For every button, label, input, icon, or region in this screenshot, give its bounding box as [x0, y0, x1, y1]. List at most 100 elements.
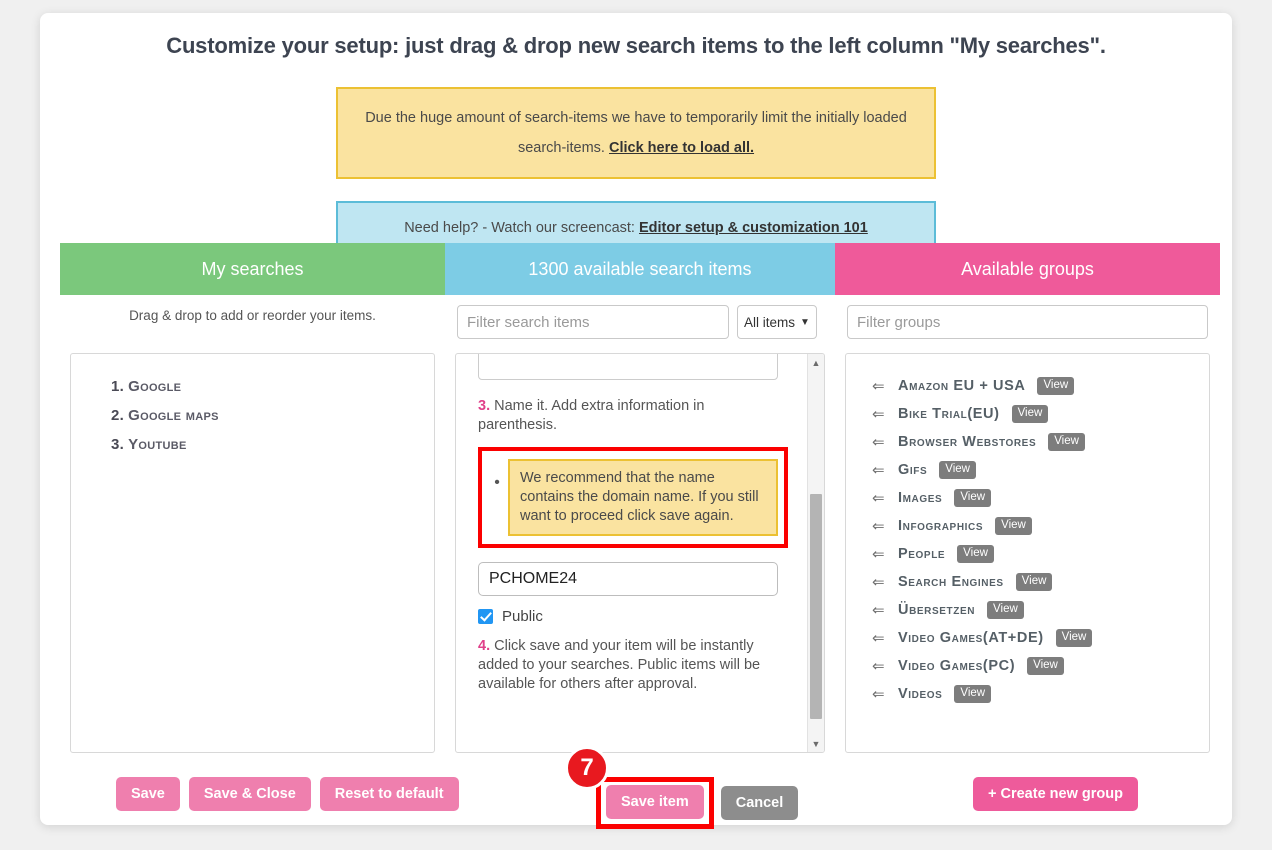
cancel-button[interactable]: Cancel — [720, 786, 799, 820]
list-item[interactable]: 2. Google maps — [71, 401, 434, 430]
arrow-left-icon[interactable]: ⇐ — [872, 461, 886, 479]
list-item[interactable]: ⇐ Images View — [846, 484, 1209, 512]
view-button[interactable]: View — [1037, 377, 1075, 395]
arrow-left-icon[interactable]: ⇐ — [872, 573, 886, 591]
item-name-input[interactable] — [478, 562, 778, 596]
arrow-left-icon[interactable]: ⇐ — [872, 377, 886, 395]
group-name[interactable]: Infographics — [898, 518, 983, 534]
middle-actions: 7 Save item Cancel — [565, 746, 799, 829]
view-button[interactable]: View — [939, 461, 976, 479]
step-badge: 7 — [565, 746, 609, 790]
step-4-number: 4. — [478, 638, 491, 654]
all-items-select[interactable]: All items ▼ — [737, 305, 817, 339]
arrow-left-icon[interactable]: ⇐ — [872, 517, 886, 535]
list-item[interactable]: 3. Youtube — [71, 430, 434, 459]
scroll-up-arrow-icon[interactable]: ▲ — [808, 354, 824, 371]
arrow-left-icon[interactable]: ⇐ — [872, 433, 886, 451]
arrow-left-icon[interactable]: ⇐ — [872, 489, 886, 507]
left-actions: Save Save & Close Reset to default — [116, 777, 459, 811]
available-items-scroll-content: 3. Name it. Add extra information in par… — [456, 354, 824, 752]
group-name[interactable]: Search Engines — [898, 574, 1004, 590]
list-item[interactable]: ⇐ Infographics View — [846, 512, 1209, 540]
screencast-link[interactable]: Editor setup & customization 101 — [639, 220, 868, 236]
available-items-scrollbar[interactable]: ▲ ▼ — [807, 354, 824, 752]
list-item[interactable]: ⇐ Search Engines View — [846, 568, 1209, 596]
list-item[interactable]: ⇐ Bike Trial(EU) View — [846, 400, 1209, 428]
view-button[interactable]: View — [987, 601, 1024, 619]
list-item[interactable]: ⇐ Amazon EU + USA View — [846, 372, 1209, 400]
view-button[interactable]: View — [1015, 573, 1053, 591]
my-searches-subheader: Drag & drop to add or reorder your items… — [60, 295, 445, 353]
view-button[interactable]: View — [995, 517, 1032, 535]
arrow-left-icon[interactable]: ⇐ — [872, 657, 886, 675]
bullet-icon: • — [494, 474, 500, 491]
create-new-group-button[interactable]: + Create new group — [973, 777, 1138, 811]
available-groups-subheader — [835, 295, 1220, 353]
columns-area: My searches 1300 available search items … — [60, 243, 1220, 753]
view-button[interactable]: View — [954, 685, 992, 703]
search-items-filter-input[interactable] — [457, 305, 729, 339]
group-name[interactable]: Video Games(AT+DE) — [898, 630, 1044, 646]
scroll-down-arrow-icon[interactable]: ▼ — [808, 735, 824, 752]
right-actions: + Create new group — [973, 777, 1138, 811]
my-searches-pane[interactable]: 1. Google 2. Google maps 3. Youtube — [70, 353, 435, 753]
column-available-items: All items ▼ 3. Name it. Add extra inform… — [445, 295, 835, 753]
group-name[interactable]: Video Games(PC) — [898, 658, 1015, 674]
list-item[interactable]: ⇐ Übersetzen View — [846, 596, 1209, 624]
column-header-available-items: 1300 available search items — [445, 243, 835, 295]
list-item[interactable]: 1. Google — [71, 372, 434, 401]
arrow-left-icon[interactable]: ⇐ — [872, 685, 886, 703]
list-item[interactable]: ⇐ Videos View — [846, 680, 1209, 708]
save-item-highlight: 7 Save item — [565, 746, 714, 829]
group-name[interactable]: Bike Trial(EU) — [898, 406, 1000, 422]
group-name[interactable]: Übersetzen — [898, 602, 975, 618]
groups-filter-input[interactable] — [847, 305, 1208, 339]
page-title: Customize your setup: just drag & drop n… — [166, 33, 1106, 58]
view-button[interactable]: View — [954, 489, 992, 507]
view-button[interactable]: View — [1011, 405, 1049, 423]
column-header-my-searches: My searches — [60, 243, 445, 295]
column-headers: My searches 1300 available search items … — [60, 243, 1220, 295]
group-name[interactable]: Gifs — [898, 462, 927, 478]
public-checkbox[interactable] — [478, 609, 493, 624]
arrow-left-icon[interactable]: ⇐ — [872, 545, 886, 563]
group-name[interactable]: Images — [898, 490, 942, 506]
arrow-left-icon[interactable]: ⇐ — [872, 601, 886, 619]
list-item[interactable]: ⇐ Video Games(PC) View — [846, 652, 1209, 680]
list-item[interactable]: ⇐ People View — [846, 540, 1209, 568]
reset-to-default-button[interactable]: Reset to default — [319, 777, 459, 811]
step-3-body: Name it. Add extra information in parent… — [478, 398, 705, 433]
column-available-groups: ⇐ Amazon EU + USA View ⇐ Bike Trial(EU) … — [835, 295, 1220, 753]
scrollbar-thumb[interactable] — [810, 494, 822, 719]
step-3-text: 3. Name it. Add extra information in par… — [478, 397, 778, 435]
load-all-notice: Due the huge amount of search-items we h… — [336, 87, 936, 179]
available-groups-pane[interactable]: ⇐ Amazon EU + USA View ⇐ Bike Trial(EU) … — [845, 353, 1210, 753]
arrow-left-icon[interactable]: ⇐ — [872, 629, 886, 647]
view-button[interactable]: View — [1027, 657, 1064, 675]
description-textarea[interactable] — [478, 354, 778, 380]
step-3-number: 3. — [478, 398, 491, 414]
list-item-number: 2. — [111, 407, 125, 424]
available-items-pane[interactable]: 3. Name it. Add extra information in par… — [455, 353, 825, 753]
list-item[interactable]: ⇐ Video Games(AT+DE) View — [846, 624, 1209, 652]
public-checkbox-row[interactable]: Public — [478, 608, 806, 625]
save-button[interactable]: Save — [116, 777, 180, 811]
group-name[interactable]: Browser Webstores — [898, 434, 1036, 450]
list-item-label: Youtube — [128, 436, 187, 453]
list-item-label: Google — [128, 378, 182, 395]
view-button[interactable]: View — [1048, 433, 1085, 451]
list-item[interactable]: ⇐ Browser Webstores View — [846, 428, 1209, 456]
group-name[interactable]: Videos — [898, 686, 942, 702]
group-name[interactable]: People — [898, 546, 945, 562]
view-button[interactable]: View — [957, 545, 994, 563]
column-bodies: Drag & drop to add or reorder your items… — [60, 295, 1220, 753]
view-button[interactable]: View — [1055, 629, 1093, 647]
list-item[interactable]: ⇐ Gifs View — [846, 456, 1209, 484]
recommendation-highlight: • We recommend that the name contains th… — [478, 447, 788, 548]
click-here-to-load-all-link[interactable]: Click here to load all. — [609, 140, 754, 156]
save-item-button[interactable]: Save item — [606, 785, 704, 819]
arrow-left-icon[interactable]: ⇐ — [872, 405, 886, 423]
group-name[interactable]: Amazon EU + USA — [898, 378, 1025, 394]
save-and-close-button[interactable]: Save & Close — [188, 777, 311, 811]
setup-card: Customize your setup: just drag & drop n… — [40, 13, 1232, 829]
